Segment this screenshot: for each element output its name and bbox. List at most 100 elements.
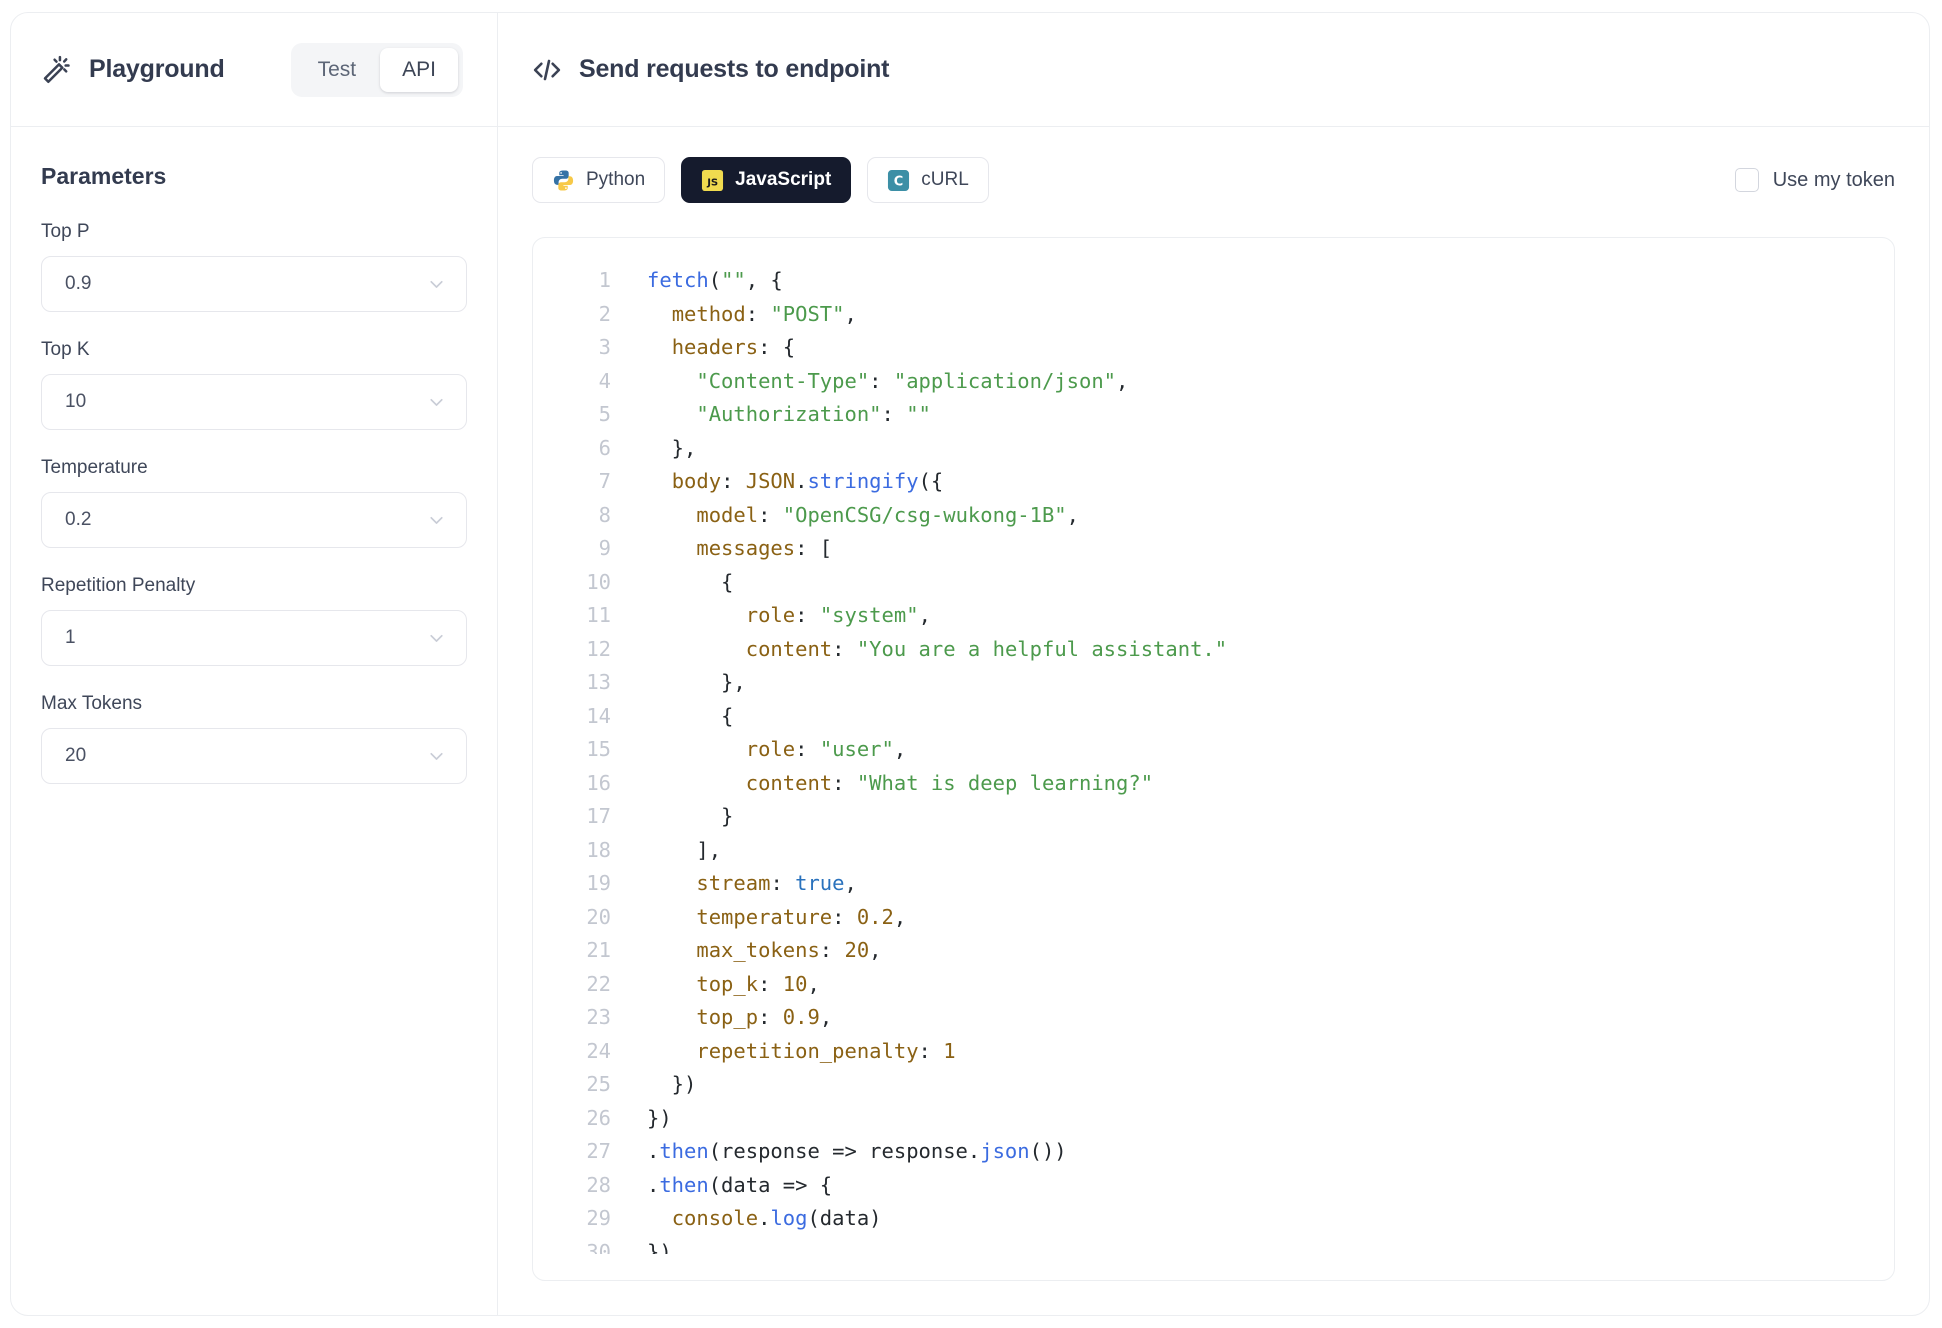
code-token: stringify (807, 469, 918, 493)
code-token: (response => response. (709, 1139, 981, 1163)
code-token: , (845, 302, 857, 326)
tab-curl[interactable]: C cURL (867, 157, 989, 203)
code-line-content[interactable]: ], (611, 834, 1894, 868)
body: Parameters Top P 0.9 Top K 10 (11, 127, 1929, 1315)
code-token (647, 1039, 696, 1063)
code-token: "What is deep learning?" (857, 771, 1153, 795)
code-line-content[interactable]: "Authorization": "" (611, 398, 1894, 432)
use-my-token-toggle[interactable]: Use my token (1735, 168, 1895, 192)
code-line: 25 }) (533, 1068, 1894, 1102)
code-table: 1fetch("", {2 method: "POST",3 headers: … (533, 264, 1894, 1254)
code-line: 5 "Authorization": "" (533, 398, 1894, 432)
code-token: (data) (807, 1206, 881, 1230)
code-line-content[interactable]: }, (611, 432, 1894, 466)
svg-text:C: C (894, 174, 903, 189)
code-token (647, 972, 696, 996)
code-line-content[interactable]: top_p: 0.9, (611, 1001, 1894, 1035)
temperature-select[interactable]: 0.2 (41, 492, 467, 548)
code-line-content[interactable]: } (611, 800, 1894, 834)
code-line-number: 3 (533, 331, 611, 365)
code-line-content[interactable]: .then(data => { (611, 1169, 1894, 1203)
code-token: model (696, 503, 758, 527)
curl-logo-icon: C (887, 169, 910, 192)
page-title: Playground (89, 55, 225, 84)
code-token: fetch (647, 268, 709, 292)
code-line-content[interactable]: "Content-Type": "application/json", (611, 365, 1894, 399)
code-line-content[interactable]: { (611, 700, 1894, 734)
max-tokens-select[interactable]: 20 (41, 728, 467, 784)
code-token: , (869, 938, 881, 962)
code-line-number: 29 (533, 1202, 611, 1236)
code-line-number: 1 (533, 264, 611, 298)
code-scroll-area[interactable]: 1fetch("", {2 method: "POST",3 headers: … (533, 264, 1894, 1254)
field-label-top-p: Top P (41, 221, 467, 243)
code-line-content[interactable]: headers: { (611, 331, 1894, 365)
code-line-number: 20 (533, 901, 611, 935)
code-token: : (746, 302, 771, 326)
code-line-content[interactable]: fetch("", { (611, 264, 1894, 298)
field-label-repetition-penalty: Repetition Penalty (41, 575, 467, 597)
code-line-content[interactable]: role: "user", (611, 733, 1894, 767)
code-line-content[interactable]: body: JSON.stringify({ (611, 465, 1894, 499)
code-token: : (919, 1039, 944, 1063)
code-token: body (672, 469, 721, 493)
code-line-content[interactable]: }, (611, 666, 1894, 700)
tab-javascript[interactable]: JS JavaScript (681, 157, 851, 203)
code-token: then (659, 1173, 708, 1197)
code-line-content[interactable]: { (611, 566, 1894, 600)
code-line-number: 24 (533, 1035, 611, 1069)
code-line-content[interactable]: top_k: 10, (611, 968, 1894, 1002)
code-token: json (980, 1139, 1029, 1163)
code-line-number: 25 (533, 1068, 611, 1102)
code-token: : { (758, 335, 795, 359)
code-line-content[interactable]: content: "You are a helpful assistant." (611, 633, 1894, 667)
top-k-value: 10 (65, 391, 86, 413)
code-line-content[interactable]: }) (611, 1068, 1894, 1102)
code-line-content[interactable]: repetition_penalty: 1 (611, 1035, 1894, 1069)
code-line-content[interactable]: }) (611, 1236, 1894, 1255)
code-token: , (845, 871, 857, 895)
top-p-select[interactable]: 0.9 (41, 256, 467, 312)
code-token (647, 335, 672, 359)
code-line-number: 26 (533, 1102, 611, 1136)
code-token: content (746, 771, 832, 795)
use-my-token-checkbox[interactable] (1735, 168, 1759, 192)
repetition-penalty-select[interactable]: 1 (41, 610, 467, 666)
top-bar: Playground Test API Send requests to end… (11, 13, 1929, 127)
code-token: "system" (820, 603, 919, 627)
code-line-content[interactable]: method: "POST", (611, 298, 1894, 332)
code-line: 28.then(data => { (533, 1169, 1894, 1203)
code-line-content[interactable]: role: "system", (611, 599, 1894, 633)
tab-api[interactable]: API (380, 48, 458, 92)
code-token: role (746, 603, 795, 627)
code-token: : (758, 1005, 783, 1029)
code-line-content[interactable]: content: "What is deep learning?" (611, 767, 1894, 801)
tab-python[interactable]: Python (532, 157, 665, 203)
javascript-logo-icon: JS (701, 169, 724, 192)
code-line-content[interactable]: .then(response => response.json()) (611, 1135, 1894, 1169)
top-k-select[interactable]: 10 (41, 374, 467, 430)
code-line-content[interactable]: max_tokens: 20, (611, 934, 1894, 968)
code-line-content[interactable]: temperature: 0.2, (611, 901, 1894, 935)
code-token: "Authorization" (696, 402, 881, 426)
code-token (647, 1005, 696, 1029)
code-token (647, 737, 746, 761)
code-token: ()) (1030, 1139, 1067, 1163)
field-label-temperature: Temperature (41, 457, 467, 479)
code-line-content[interactable]: console.log(data) (611, 1202, 1894, 1236)
code-line-content[interactable]: model: "OpenCSG/csg-wukong-1B", (611, 499, 1894, 533)
code-token: , (894, 905, 906, 929)
endpoint-header: Send requests to endpoint (498, 13, 1929, 126)
tab-test[interactable]: Test (296, 48, 379, 92)
code-line-content[interactable]: messages: [ (611, 532, 1894, 566)
field-temperature: Temperature 0.2 (41, 457, 467, 548)
code-line-number: 11 (533, 599, 611, 633)
magic-wand-icon (41, 54, 73, 86)
code-token: 20 (844, 938, 869, 962)
code-line-number: 18 (533, 834, 611, 868)
code-token: stream (696, 871, 770, 895)
code-line-content[interactable]: stream: true, (611, 867, 1894, 901)
code-line: 23 top_p: 0.9, (533, 1001, 1894, 1035)
code-token: . (758, 1206, 770, 1230)
code-line-content[interactable]: }) (611, 1102, 1894, 1136)
